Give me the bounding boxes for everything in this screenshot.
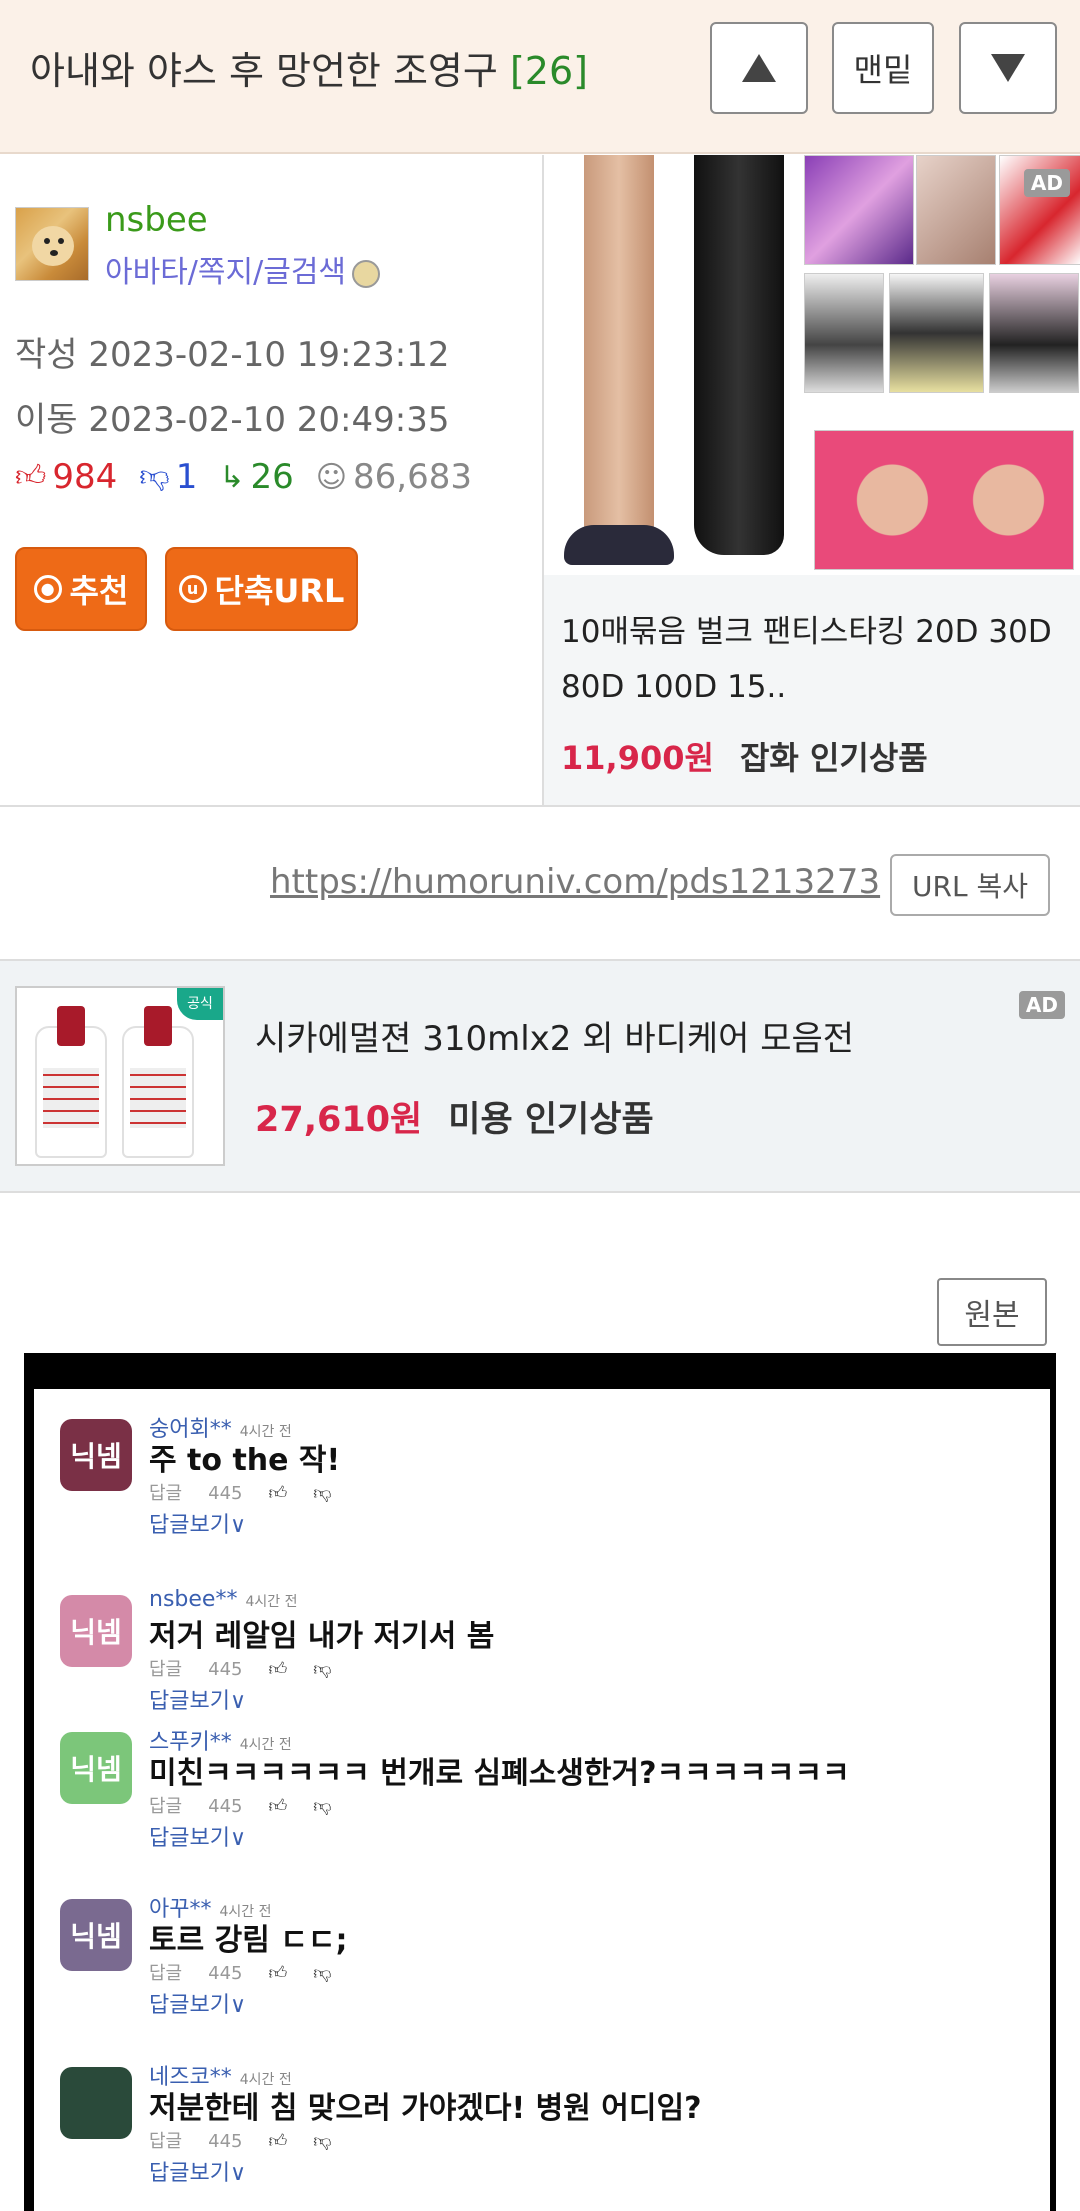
recommend-button[interactable]: ● 추천: [15, 547, 147, 631]
triangle-down-icon: [991, 54, 1025, 82]
recommend-label: 추천: [69, 572, 129, 610]
thumbs-up-icon: 👍︎: [268, 1963, 288, 1984]
upvote-stat: 👍︎ 984: [15, 457, 117, 497]
upvote-count: 984: [52, 457, 118, 497]
comment-item: 닉넴 nsbee** 4시간 전 저거 레알임 내가 저기서 봄 답글 445 👍︎ 👎︎ 답글…: [34, 1587, 1050, 1727]
comment-screenshot: 닉넴 숭어회** 4시간 전주 to the 작! 답글 445 👍︎ 👎︎ 답글보기∨ 닉넴 n…: [34, 1389, 1050, 2211]
user-links[interactable]: 아바타/쪽지/글검색: [105, 247, 381, 291]
url-row: https://humoruniv.com/pds1213273 URL 복사: [0, 805, 1080, 961]
post-image: 닉넴 숭어회** 4시간 전주 to the 작! 답글 445 👍︎ 👎︎ 답글보기∨ 닉넴 n…: [24, 1353, 1056, 2211]
avatar[interactable]: [15, 207, 89, 281]
product-ad-right[interactable]: AD 10매묶음 벌크 팬티스타킹 20D 30D 80D 100D 15.. …: [542, 155, 1080, 805]
post-title-text: 아내와 야스 후 망언한 조영구: [30, 49, 498, 93]
view-count: 86,683: [353, 457, 473, 497]
comment-meta: 답글 445 👍︎ 👎︎: [149, 1796, 332, 1817]
downvote-stat: 👎︎ 1: [139, 457, 197, 497]
thumbs-down-icon: 👎︎: [313, 1483, 332, 1504]
thumbs-down-icon: 👎︎: [313, 1796, 332, 1817]
thumbs-down-icon: 👎︎: [139, 459, 170, 494]
comment-text: 저거 레알임 내가 저기서 봄: [149, 1619, 495, 1654]
medal-icon: [352, 259, 381, 288]
written-date: 작성 2023-02-10 19:23:12: [15, 335, 450, 375]
comment-avatar: 닉넴: [60, 1899, 132, 1971]
original-image-button[interactable]: 원본: [937, 1278, 1047, 1346]
post-info: nsbee 아바타/쪽지/글검색 작성 2023-02-10 19:23:12 …: [0, 155, 542, 805]
ad-badge: AD: [1018, 991, 1065, 1019]
moved-date: 이동 2023-02-10 20:49:35: [15, 400, 450, 440]
product-ad-bottom[interactable]: 공식 시카에멀젼 310mlx2 외 바디케어 모음전 27,610원 미용 인기…: [0, 961, 1080, 1193]
short-url-button[interactable]: u 단축URL: [165, 547, 358, 631]
copy-url-button[interactable]: URL 복사: [890, 854, 1050, 916]
short-url-label: 단축URL: [214, 572, 345, 610]
comment-text: 저분한테 침 맞으러 가야겠다! 병원 어디임?: [149, 2091, 702, 2126]
top-bar: 아내와 야스 후 망언한 조영구 [26] 맨밑: [0, 0, 1080, 154]
comment-avatar: 닉넴: [60, 1419, 132, 1491]
ad-badge: AD: [1023, 169, 1070, 197]
triangle-up-icon: [742, 54, 776, 82]
comment-count[interactable]: [26]: [510, 49, 588, 93]
product-price: 27,610원: [255, 1100, 423, 1140]
reply-arrow-icon: ↳: [219, 459, 245, 495]
comment-text: 미친ㅋㅋㅋㅋㅋㅋ 번개로 심폐소생한거?ㅋㅋㅋㅋㅋㅋㅋ: [149, 1756, 850, 1791]
comment-meta: 답글 445 👍︎ 👎︎: [149, 1659, 332, 1680]
downvote-count: 1: [175, 457, 198, 497]
scroll-down-button[interactable]: [959, 22, 1057, 114]
comment-item: 닉넴 숭어회** 4시간 전주 to the 작! 답글 445 👍︎ 👎︎ 답글보기∨: [34, 1411, 1050, 1551]
username[interactable]: nsbee: [105, 200, 208, 240]
thumbs-up-icon: 👍︎: [268, 1659, 288, 1680]
comment-meta: 답글 445 👍︎ 👎︎: [149, 1963, 332, 1984]
comment-item: 네즈코** 4시간 전 저분한테 침 맞으러 가야겠다! 병원 어디임? 답글 445 👍…: [34, 2059, 1050, 2199]
product-thumbnail[interactable]: 공식: [15, 986, 225, 1166]
comment-avatar: [60, 2067, 132, 2139]
view-replies-link: 답글보기∨: [149, 1513, 247, 1538]
official-badge: 공식: [177, 988, 223, 1020]
view-replies-link: 답글보기∨: [149, 2161, 247, 2186]
product-category: 미용 인기상품: [448, 1100, 654, 1140]
product-price-line: 11,900원 잡화 인기상품: [561, 733, 928, 779]
thumbs-up-icon: 👍︎: [268, 1483, 288, 1504]
post-stats: 👍︎ 984 👎︎ 1 ↳ 26 ☺ 86,683: [15, 457, 494, 497]
product-image[interactable]: AD: [544, 155, 1080, 575]
comment-nick: nsbee** 4시간 전: [149, 1587, 298, 1612]
reply-count: 26: [250, 457, 294, 497]
post-url-link[interactable]: https://humoruniv.com/pds1213273: [270, 862, 880, 902]
reply-stat: ↳ 26: [219, 457, 293, 497]
thumbs-down-icon: 👎︎: [313, 1659, 332, 1680]
thumbs-down-icon: 👎︎: [313, 2131, 332, 2152]
url-icon: u: [178, 575, 207, 603]
thumbs-up-icon: 👍︎: [268, 1796, 288, 1817]
comment-avatar: 닉넴: [60, 1595, 132, 1667]
view-stat: ☺ 86,683: [316, 457, 472, 497]
comment-avatar: 닉넴: [60, 1732, 132, 1804]
thumbs-up-icon: 👍︎: [268, 2131, 288, 2152]
comment-meta: 답글 445 👍︎ 👎︎: [149, 2131, 332, 2152]
thumbs-up-icon: 👍︎: [15, 459, 47, 494]
comment-text: 주 to the 작!: [149, 1443, 341, 1478]
user-links-text[interactable]: 아바타/쪽지/글검색: [105, 255, 346, 290]
view-replies-link: 답글보기∨: [149, 1826, 247, 1851]
comment-meta: 답글 445 👍︎ 👎︎: [149, 1483, 332, 1504]
thumbs-down-icon: 👎︎: [313, 1963, 332, 1984]
product-name[interactable]: 시카에멀젼 310mlx2 외 바디케어 모음전: [255, 1011, 854, 1060]
view-replies-link: 답글보기∨: [149, 1689, 247, 1714]
product-price: 11,900원: [561, 739, 714, 777]
product-name[interactable]: 10매묶음 벌크 팬티스타킹 20D 30D 80D 100D 15..: [561, 605, 1076, 715]
comment-item: 닉넴 아꾸** 4시간 전 토르 강림 ㄷㄷ; 답글 445 👍︎ 👎︎ 답글보기∨: [34, 1891, 1050, 2031]
product-price-line: 27,610원 미용 인기상품: [255, 1091, 654, 1142]
recommend-icon: ●: [33, 575, 62, 603]
comment-item: 닉넴 스푸키** 4시간 전 미친ㅋㅋㅋㅋㅋㅋ 번개로 심폐소생한거?ㅋㅋㅋㅋㅋㅋㅋ 답…: [34, 1724, 1050, 1864]
view-replies-link: 답글보기∨: [149, 1993, 247, 2018]
product-category: 잡화 인기상품: [739, 739, 928, 777]
scroll-up-button[interactable]: [710, 22, 808, 114]
comment-text: 토르 강림 ㄷㄷ;: [149, 1923, 348, 1958]
scroll-bottom-button[interactable]: 맨밑: [832, 22, 934, 114]
post-title: 아내와 야스 후 망언한 조영구 [26]: [30, 40, 588, 95]
smiley-icon: ☺: [315, 459, 348, 495]
